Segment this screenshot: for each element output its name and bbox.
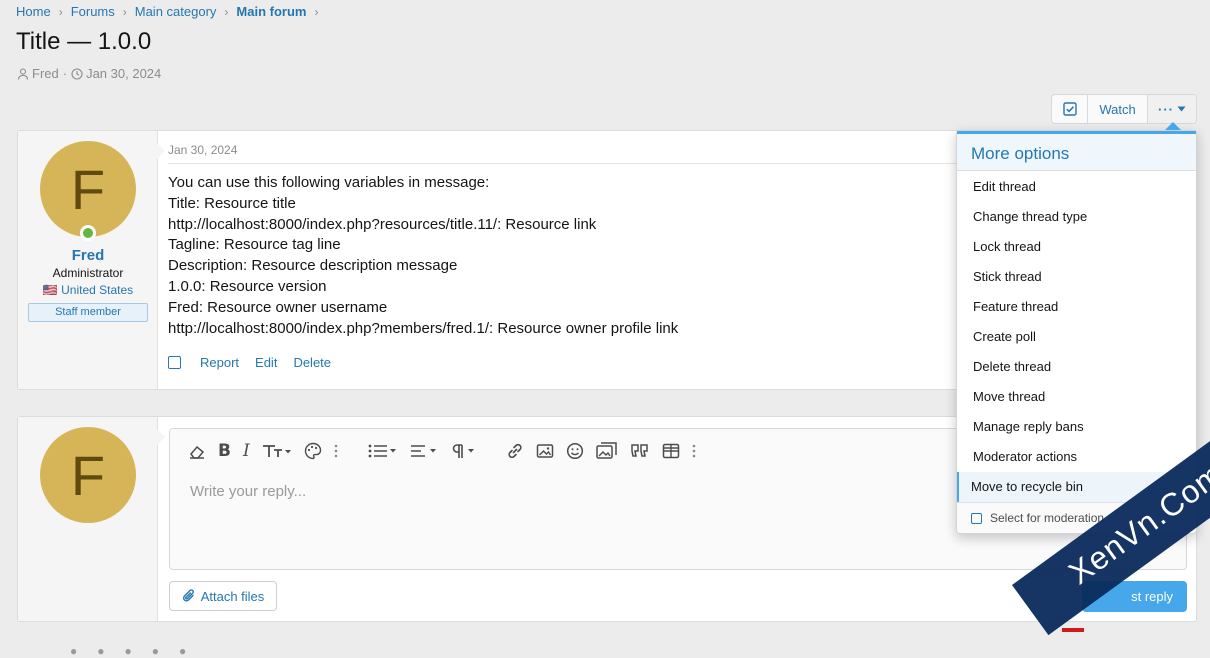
table-icon[interactable] [662,439,680,463]
share-reddit-icon[interactable]: ● [125,644,132,658]
smiley-icon[interactable] [566,439,584,463]
link-icon[interactable] [506,439,524,463]
avatar[interactable]: F [40,141,136,237]
breadcrumb-main-category[interactable]: Main category [135,4,217,19]
reply-avatar[interactable]: F [40,427,136,523]
post-line: http://localhost:8000/index.php?members/… [168,319,679,337]
menu-item-stick-thread[interactable]: Stick thread [957,261,1196,291]
chevron-right-icon: › [122,4,127,19]
checkbox-checked-icon [1062,102,1077,116]
edit-link[interactable]: Edit [255,355,277,370]
clock-icon [71,67,83,80]
more-options-button[interactable]: ··· [1148,95,1196,123]
thread-date[interactable]: Jan 30, 2024 [86,66,161,81]
user-role: Administrator [52,266,124,280]
delete-link[interactable]: Delete [293,355,331,370]
menu-title: More options [957,131,1196,171]
chevron-right-icon: › [58,4,63,19]
more-vertical-icon[interactable] [692,439,696,463]
quote-icon[interactable] [630,439,650,463]
image-icon[interactable] [536,439,554,463]
align-icon[interactable] [410,439,438,463]
select-for-moderation-label: Select for moderation [990,511,1105,525]
post-line: http://localhost:8000/index.php?resource… [168,215,597,233]
user-icon [17,67,29,80]
chevron-right-icon: › [224,4,229,19]
list-icon[interactable] [368,439,398,463]
moderation-checkbox[interactable] [971,512,982,524]
chevron-right-icon: › [314,4,319,19]
more-vertical-icon[interactable] [334,439,338,463]
paperclip-icon [182,589,194,602]
flag-icon: 🇺🇸 [42,283,58,297]
post-line: You can use this following variables in … [168,174,490,191]
share-pinterest-icon[interactable]: ● [152,644,159,658]
attach-files-label: Attach files [200,588,265,604]
media-icon[interactable] [595,439,618,463]
post-line: Fred: Resource owner username [168,298,388,316]
post-actions: Report Edit Delete [168,355,347,370]
post-username[interactable]: Fred [18,247,158,264]
staff-badge: Staff member [28,303,148,322]
watermark-accent [1062,628,1084,632]
post-line: Description: Resource description messag… [168,257,458,275]
more-options-menu: More options Edit thread Change thread t… [956,130,1197,534]
reply-user-cell: F [18,417,158,621]
page-title: Title — 1.0.0 [16,28,152,55]
bold-icon[interactable]: B [218,439,231,463]
menu-item-move-thread[interactable]: Move thread [957,382,1196,412]
thread-author[interactable]: Fred [32,66,59,81]
share-twitter-icon[interactable]: ● [97,644,104,658]
palette-icon[interactable] [304,439,322,463]
thread-meta: Fred · Jan 30, 2024 [17,66,161,81]
eraser-icon[interactable] [188,439,206,463]
post-line: Title: Resource title [168,194,296,212]
thread-actions: Watch ··· [1051,94,1197,124]
post-arrow [157,143,165,159]
breadcrumb: Home › Forums › Main category › Main for… [16,4,326,19]
select-post-checkbox[interactable] [168,356,181,369]
more-dots-label: ··· [1158,101,1174,117]
menu-item-edit-thread[interactable]: Edit thread [957,171,1196,201]
menu-item-moderator-actions[interactable]: Moderator actions [957,442,1196,472]
share-row: ● ● ● ● ● [70,644,186,658]
meta-separator: · [62,66,68,81]
watch-button[interactable]: Watch [1088,95,1148,123]
post-date[interactable]: Jan 30, 2024 [168,143,237,157]
post-body: You can use this following variables in … [168,173,678,339]
select-thread-button[interactable] [1052,95,1088,123]
breadcrumb-home[interactable]: Home [16,4,51,19]
share-facebook-icon[interactable]: ● [70,644,77,658]
menu-item-manage-reply-bans[interactable]: Manage reply bans [957,412,1196,442]
breadcrumb-forums[interactable]: Forums [71,4,115,19]
breadcrumb-main-forum[interactable]: Main forum [236,4,306,19]
user-location-text: United States [61,283,134,297]
text-size-icon[interactable] [262,439,292,463]
menu-item-lock-thread[interactable]: Lock thread [957,231,1196,261]
report-link[interactable]: Report [200,355,239,370]
attach-files-button[interactable]: Attach files [169,581,277,611]
post-line: 1.0.0: Resource version [168,277,327,295]
menu-item-create-poll[interactable]: Create poll [957,321,1196,351]
share-tumblr-icon[interactable]: ● [179,644,186,658]
menu-item-change-thread-type[interactable]: Change thread type [957,201,1196,231]
caret-down-icon [1177,106,1186,112]
editor-toolbar: B I [170,429,708,473]
italic-icon[interactable]: I [243,439,250,463]
online-status-icon [80,225,96,241]
paragraph-icon[interactable] [450,439,476,463]
menu-item-delete-thread[interactable]: Delete thread [957,352,1196,382]
post-line: Tagline: Resource tag line [168,236,341,254]
user-location[interactable]: 🇺🇸 United States [18,283,158,297]
reply-arrow [157,429,165,445]
post-user-cell: F Fred Administrator 🇺🇸 United States St… [18,131,158,389]
reply-input[interactable]: Write your reply... [190,483,306,500]
menu-item-feature-thread[interactable]: Feature thread [957,291,1196,321]
menu-caret [1165,122,1181,130]
